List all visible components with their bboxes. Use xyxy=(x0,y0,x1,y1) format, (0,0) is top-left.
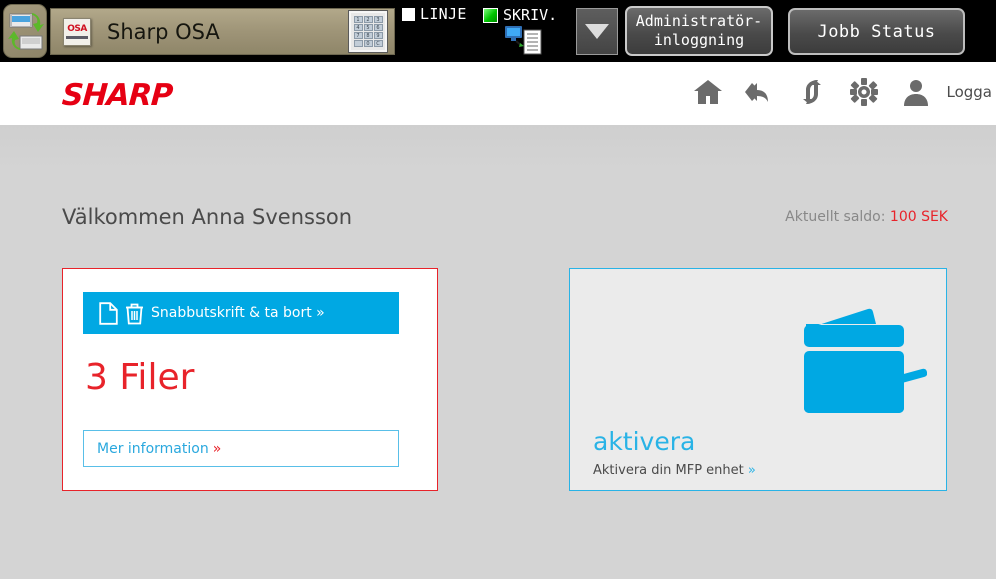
keypad-key-blank xyxy=(353,40,363,47)
keypad-key: 9 xyxy=(373,32,383,39)
more-info-chevron-icon: » xyxy=(212,440,222,457)
osa-logo-icon: OSA xyxy=(63,17,91,46)
admin-login-line2: inloggning xyxy=(653,31,745,49)
panel-dropdown-button[interactable] xyxy=(576,8,618,55)
trash-icon xyxy=(126,303,143,324)
line-status-indicator: LINJE xyxy=(402,5,467,23)
user-icon[interactable] xyxy=(900,76,932,108)
welcome-title: Välkommen Anna Svensson xyxy=(62,205,353,229)
keypad-icon[interactable]: 1 2 3 4 5 6 7 8 9 0 C xyxy=(349,11,387,52)
chevron-down-icon xyxy=(585,24,609,39)
data-exchange-icon-glyph xyxy=(8,13,44,50)
logout-label[interactable]: Logga xyxy=(946,83,992,101)
more-info-button[interactable]: Mer information » xyxy=(83,430,399,467)
gear-icon[interactable] xyxy=(848,76,880,108)
mfp-printer-icon xyxy=(804,308,927,413)
sharp-brand-logo: SHARP xyxy=(60,78,174,113)
activate-subtitle-text: Aktivera din MFP enhet xyxy=(593,463,744,478)
keypad-key: 3 xyxy=(373,16,383,23)
balance-amount: 100 SEK xyxy=(889,209,948,225)
data-exchange-icon[interactable] xyxy=(3,4,47,58)
keypad-key: 2 xyxy=(363,16,373,23)
web-header: SHARP Logga xyxy=(0,62,996,125)
job-status-button[interactable]: Jobb Status xyxy=(788,8,965,55)
print-status-indicator: SKRIV. xyxy=(483,6,557,24)
keypad-key: 4 xyxy=(353,24,363,31)
admin-login-line1: Administratör- xyxy=(635,12,763,30)
keypad-key: 1 xyxy=(353,16,363,23)
keypad-key: 5 xyxy=(363,24,373,31)
activate-card[interactable]: aktivera Aktivera din MFP enhet » xyxy=(569,268,947,491)
header-icon-bar: Logga xyxy=(692,76,996,108)
refresh-swap-icon[interactable] xyxy=(796,76,828,108)
print-status-label: SKRIV. xyxy=(503,6,558,24)
osa-logo-underline xyxy=(66,35,88,39)
job-status-label: Jobb Status xyxy=(817,21,936,42)
keypad-key: 0 xyxy=(363,40,373,47)
keypad-grid: 1 2 3 4 5 6 7 8 9 0 C xyxy=(353,16,383,47)
admin-login-button[interactable]: Administratör- inloggning xyxy=(625,6,773,56)
activate-subtitle: Aktivera din MFP enhet » xyxy=(593,463,756,478)
activate-chevron-icon: » xyxy=(747,463,756,478)
files-card: Snabbutskrift & ta bort » 3 Filer Mer in… xyxy=(62,268,438,491)
keypad-key: 8 xyxy=(363,32,373,39)
quick-print-delete-label: Snabbutskrift & ta bort » xyxy=(151,305,325,321)
printer-data-icon xyxy=(505,26,542,55)
print-led-icon xyxy=(483,7,498,23)
osa-logo-word: OSA xyxy=(67,23,87,34)
osa-app-title: Sharp OSA xyxy=(107,19,220,44)
files-count: 3 Filer xyxy=(85,357,195,398)
activate-title: aktivera xyxy=(593,427,696,456)
keypad-key: 7 xyxy=(353,32,363,39)
osa-app-titlebar[interactable]: OSA Sharp OSA xyxy=(50,8,395,55)
keypad-key: C xyxy=(373,40,383,47)
home-icon[interactable] xyxy=(692,76,724,108)
line-led-icon xyxy=(402,7,415,21)
balance-label: Aktuellt saldo: xyxy=(785,209,886,225)
keypad-key: 6 xyxy=(373,24,383,31)
mfp-panel-bar: OSA Sharp OSA 1 2 3 4 5 6 7 8 9 0 C LINJ… xyxy=(0,0,996,62)
quick-print-delete-button[interactable]: Snabbutskrift & ta bort » xyxy=(83,292,399,334)
more-info-label: Mer information xyxy=(97,440,209,457)
main-content: Välkommen Anna Svensson Aktuellt saldo: … xyxy=(0,125,996,579)
balance-display: Aktuellt saldo: 100 SEK xyxy=(785,209,948,225)
reply-back-icon[interactable] xyxy=(744,76,776,108)
document-icon xyxy=(99,301,118,325)
line-status-label: LINJE xyxy=(420,5,467,23)
